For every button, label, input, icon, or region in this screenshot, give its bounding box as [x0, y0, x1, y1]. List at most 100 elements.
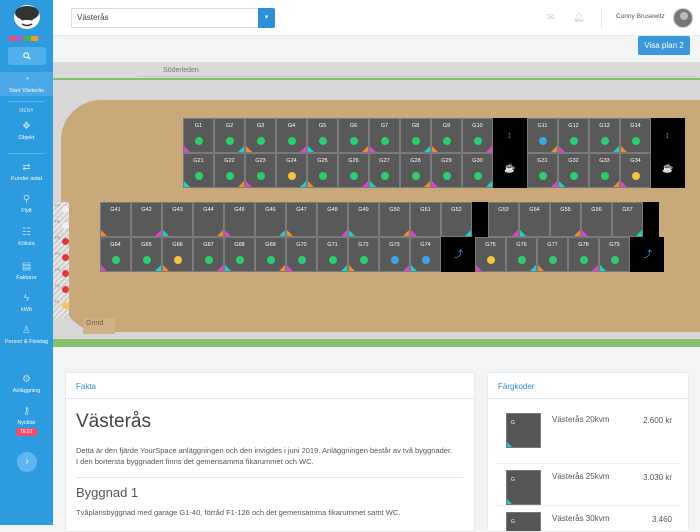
garage-unit[interactable]: G1 — [183, 118, 214, 153]
sidebar-item-kunder[interactable]: ⇄ Kunder avtal — [0, 163, 53, 183]
garage-unit[interactable]: G23 — [245, 153, 276, 188]
facility-select[interactable]: Västerås ▾ — [71, 8, 275, 28]
garage-unit[interactable]: G54 — [519, 202, 550, 237]
garage-unit[interactable]: G75 — [475, 237, 506, 272]
sidebar-item-kolista[interactable]: ☷ Kölista — [0, 228, 53, 248]
garage-unit[interactable]: G28 — [400, 153, 431, 188]
garage-unit[interactable]: G77 — [537, 237, 568, 272]
garage-unit[interactable]: G4 — [276, 118, 307, 153]
sidebar-item-label: Objekt — [18, 135, 35, 141]
garage-unit[interactable]: G72 — [348, 237, 379, 272]
status-dot — [62, 222, 69, 229]
parking-spot[interactable]: P5 — [55, 235, 69, 245]
garage-unit[interactable]: G78 — [568, 237, 599, 272]
parking-spot[interactable]: P1 — [55, 299, 69, 309]
garage-unit[interactable]: G13 — [589, 118, 620, 153]
sidebar-item-start[interactable]: ◔ Start Västerås — [0, 72, 53, 96]
garage-unit[interactable]: G56 — [581, 202, 612, 237]
visa-plan-button[interactable]: Visa plan 2 — [638, 36, 690, 55]
garage-unit[interactable]: G50 — [379, 202, 410, 237]
garage-unit[interactable]: G53 — [488, 202, 519, 237]
garage-unit[interactable]: G32 — [558, 153, 589, 188]
garage-unit[interactable]: G42 — [131, 202, 162, 237]
garage-unit[interactable]: G79 — [599, 237, 630, 272]
garage-unit[interactable]: G43 — [162, 202, 193, 237]
garage-unit[interactable]: G7 — [369, 118, 400, 153]
unit-label: G10 — [472, 123, 483, 129]
garage-unit[interactable]: G9 — [431, 118, 462, 153]
list-item: G Västerås 20kvm 2.600 kr — [496, 413, 681, 463]
garage-unit[interactable]: G67 — [193, 237, 224, 272]
garage-unit[interactable]: G66 — [162, 237, 193, 272]
garage-unit[interactable]: G29 — [431, 153, 462, 188]
sidebar-item-flytt[interactable]: ⚲ Flytt — [0, 195, 53, 215]
garage-unit[interactable]: G47 — [286, 202, 317, 237]
parking-spot[interactable]: P3 — [55, 267, 69, 277]
sidebar-item-kwh[interactable]: ϟ kWh — [0, 294, 53, 314]
garage-unit[interactable]: G71 — [317, 237, 348, 272]
garage-unit[interactable]: G69 — [255, 237, 286, 272]
sidebar-item-fakturor[interactable]: ▤ Fakturor — [0, 262, 53, 282]
garage-unit[interactable]: G49 — [348, 202, 379, 237]
sidebar-item-person[interactable]: ♙ Person & Företag — [0, 326, 53, 346]
garage-unit[interactable]: G48 — [317, 202, 348, 237]
garage-unit[interactable]: G21 — [183, 153, 214, 188]
collapse-sidebar-button[interactable]: › — [17, 452, 37, 472]
avatar[interactable] — [673, 8, 693, 28]
parking-spot[interactable]: P6 — [55, 219, 69, 229]
unit-label: G24 — [286, 158, 297, 164]
garage-unit[interactable]: G24 — [276, 153, 307, 188]
garage-unit[interactable]: G76 — [506, 237, 537, 272]
garage-unit[interactable]: G65 — [131, 237, 162, 272]
garage-unit[interactable]: G44 — [193, 202, 224, 237]
sidebar-item-anlaggning[interactable]: ⚙ Anläggning — [0, 375, 53, 395]
unit-label: G28 — [410, 158, 421, 164]
garage-unit[interactable]: G33 — [589, 153, 620, 188]
status-dot — [298, 256, 306, 264]
user-name[interactable]: Conny Brusewitz — [616, 13, 665, 20]
parking-spot[interactable]: P7 — [55, 203, 69, 213]
garage-unit[interactable]: G2 — [214, 118, 245, 153]
garage-unit[interactable]: G74 — [410, 237, 441, 272]
garage-unit[interactable]: G30 — [462, 153, 493, 188]
sidebar-item-objekt[interactable]: ❖ Objekt — [0, 122, 53, 142]
garage-unit[interactable]: G57 — [612, 202, 643, 237]
gear-icon: ⚙ — [22, 374, 31, 385]
garage-unit[interactable]: G64 — [100, 237, 131, 272]
garage-unit[interactable]: G14 — [620, 118, 651, 153]
unit-label: G8 — [411, 123, 420, 129]
garage-unit[interactable]: G68 — [224, 237, 255, 272]
parking-spot[interactable]: P2 — [55, 283, 69, 293]
sidebar-item-nycklar[interactable]: ⚷ Nycklar TEST — [0, 407, 53, 436]
garage-unit[interactable]: G34 — [620, 153, 651, 188]
garage-unit[interactable]: G52 — [441, 202, 472, 237]
garage-unit[interactable]: G12 — [558, 118, 589, 153]
chevron-down-icon[interactable]: ▾ — [258, 8, 275, 28]
garage-unit[interactable]: G46 — [255, 202, 286, 237]
garage-unit[interactable]: G8 — [400, 118, 431, 153]
garage-unit[interactable]: G31 — [527, 153, 558, 188]
sidebar-search-button[interactable] — [8, 47, 46, 65]
bell-icon[interactable]: 🔔︎ — [573, 13, 584, 22]
mail-icon[interactable]: ✉ — [547, 13, 557, 22]
garage-unit[interactable]: G45 — [224, 202, 255, 237]
garage-unit[interactable]: G27 — [369, 153, 400, 188]
garage-unit[interactable]: G11 — [527, 118, 558, 153]
garage-unit[interactable]: G5 — [307, 118, 338, 153]
garage-unit[interactable]: G70 — [286, 237, 317, 272]
garage-unit[interactable]: G41 — [100, 202, 131, 237]
garage-unit[interactable]: G55 — [550, 202, 581, 237]
garage-unit[interactable]: G51 — [410, 202, 441, 237]
status-dot — [601, 137, 609, 145]
garage-unit[interactable]: G26 — [338, 153, 369, 188]
garage-unit[interactable]: G6 — [338, 118, 369, 153]
garage-unit[interactable]: G22 — [214, 153, 245, 188]
garage-unit[interactable]: G3 — [245, 118, 276, 153]
logo[interactable] — [12, 4, 42, 30]
garage-unit[interactable]: G25 — [307, 153, 338, 188]
unit-label: G64 — [110, 242, 121, 248]
garage-unit[interactable]: G73 — [379, 237, 410, 272]
parking-spot[interactable]: P4 — [55, 251, 69, 261]
garage-unit[interactable]: G10 — [462, 118, 493, 153]
panel-header: Färgkoder — [488, 373, 688, 399]
